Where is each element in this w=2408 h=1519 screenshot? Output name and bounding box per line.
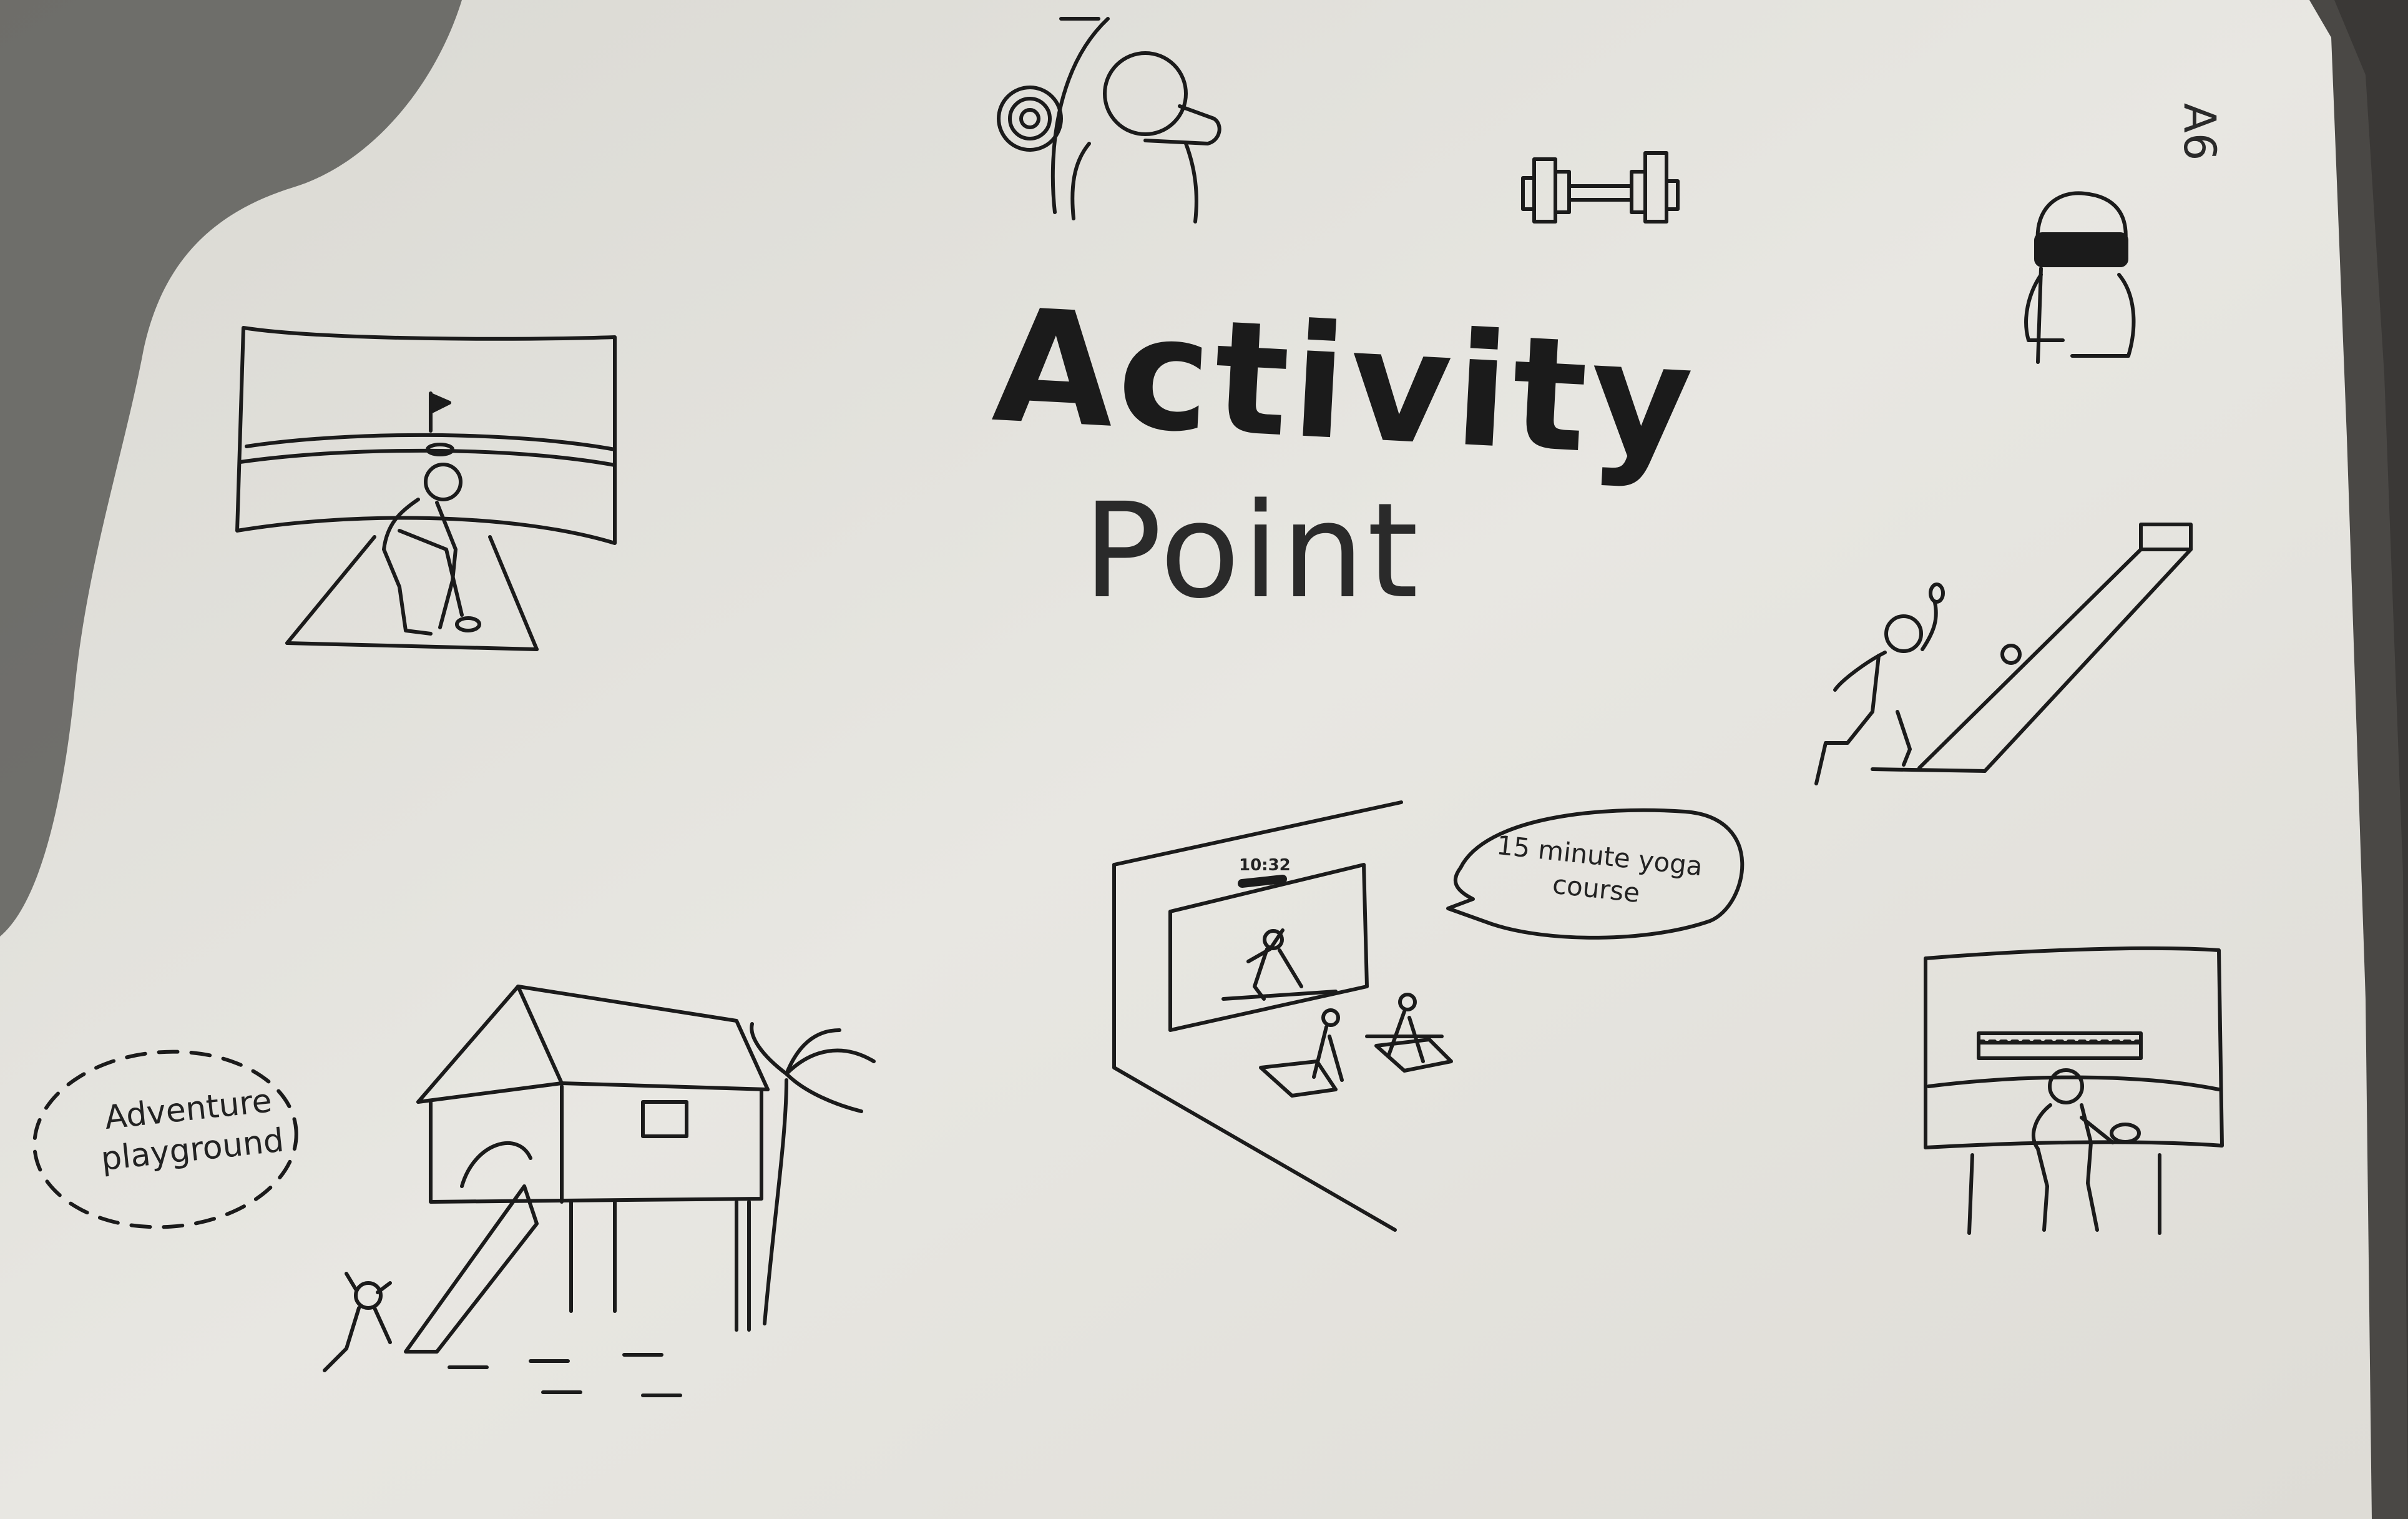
page-mark: A6: [2174, 103, 2225, 161]
sketch-scene: Activity Point A6 10:32 15 minute yoga c…: [0, 0, 2408, 1519]
page-title: Activity: [989, 275, 1701, 493]
page-subtitle: Point: [1083, 474, 1421, 627]
sketch-paper: [0, 0, 2408, 1519]
yoga-clock: 10:32: [1239, 856, 1291, 875]
